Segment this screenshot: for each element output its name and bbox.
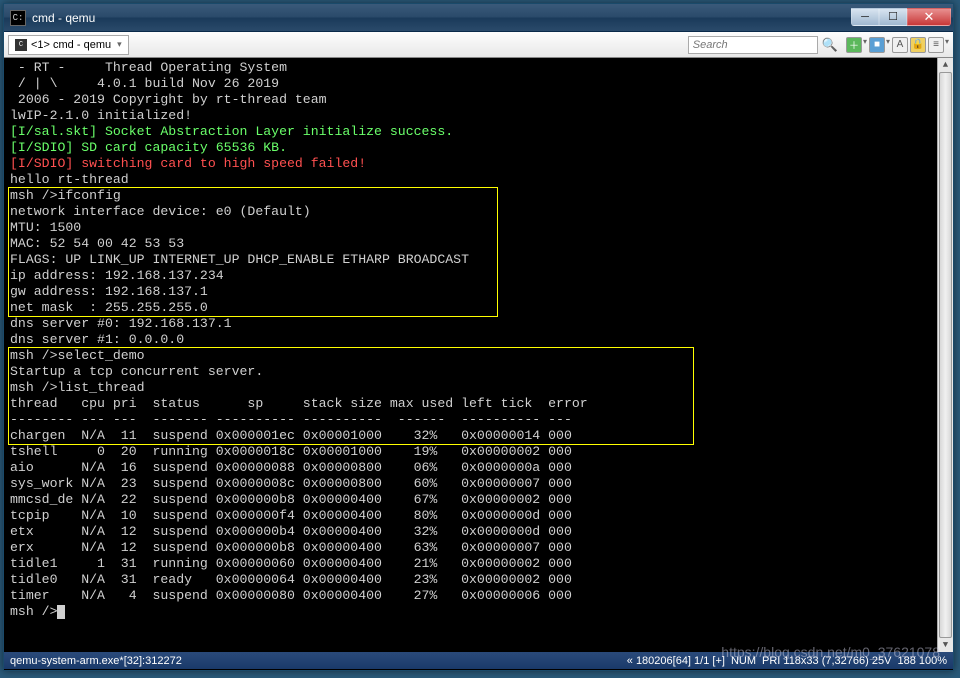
cursor bbox=[57, 605, 65, 619]
search-icon[interactable]: 🔍 bbox=[822, 37, 838, 53]
thread-row: tidle0 N/A 31 ready 0x00000064 0x0000040… bbox=[10, 572, 572, 587]
window-controls: ─ ☐ ✕ bbox=[851, 8, 951, 28]
note-button[interactable]: A bbox=[892, 37, 908, 53]
maximize-button[interactable]: ☐ bbox=[879, 8, 907, 26]
dropdown-icon[interactable]: ▾ bbox=[886, 37, 890, 53]
thread-row: mmcsd_de N/A 22 suspend 0x000000b8 0x000… bbox=[10, 492, 572, 507]
lock-button[interactable]: 🔒 bbox=[910, 37, 926, 53]
chevron-down-icon: ▾ bbox=[117, 39, 122, 50]
status-numlock: NUM bbox=[731, 655, 756, 667]
thread-row: sys_work N/A 23 suspend 0x0000008c 0x000… bbox=[10, 476, 572, 491]
scroll-down-icon[interactable]: ▼ bbox=[938, 638, 953, 652]
dropdown-icon[interactable]: ▾ bbox=[945, 37, 949, 53]
status-zoom: 188 100% bbox=[897, 655, 947, 667]
title-bar: C: cmd - qemu ─ ☐ ✕ bbox=[4, 4, 953, 32]
scroll-thumb[interactable] bbox=[939, 72, 952, 638]
dropdown-icon[interactable]: ▾ bbox=[863, 37, 867, 53]
app-window: C: cmd - qemu ─ ☐ ✕ C <1> cmd - qemu ▾ 🔍… bbox=[3, 3, 954, 671]
thread-row: tidle1 1 31 running 0x00000060 0x0000040… bbox=[10, 556, 572, 571]
status-position: « 180206[64] 1/1 [+] bbox=[627, 655, 725, 667]
terminal-icon: C bbox=[15, 39, 27, 51]
tab-cmd-qemu[interactable]: C <1> cmd - qemu ▾ bbox=[8, 35, 129, 55]
status-process: qemu-system-arm.exe*[32]:312272 bbox=[10, 655, 627, 667]
thread-row: chargen N/A 11 suspend 0x000001ec 0x0000… bbox=[10, 428, 572, 443]
thread-row: timer N/A 4 suspend 0x00000080 0x0000040… bbox=[10, 588, 572, 603]
menu-button[interactable]: ≡ bbox=[928, 37, 944, 53]
tab-label: <1> cmd - qemu bbox=[31, 39, 111, 51]
window-button[interactable]: ■ bbox=[869, 37, 885, 53]
scroll-up-icon[interactable]: ▲ bbox=[938, 58, 953, 72]
thread-row: etx N/A 12 suspend 0x000000b4 0x00000400… bbox=[10, 524, 572, 539]
window-title: cmd - qemu bbox=[32, 11, 851, 25]
scrollbar[interactable]: ▲ ▼ bbox=[937, 58, 953, 652]
close-button[interactable]: ✕ bbox=[907, 8, 951, 26]
terminal-output[interactable]: - RT - Thread Operating System / | \ 4.0… bbox=[4, 58, 953, 652]
minimize-button[interactable]: ─ bbox=[851, 8, 879, 26]
new-tab-button[interactable]: ＋ bbox=[846, 37, 862, 53]
thread-row: tshell 0 20 running 0x0000018c 0x0000100… bbox=[10, 444, 572, 459]
thread-row: tcpip N/A 10 suspend 0x000000f4 0x000004… bbox=[10, 508, 572, 523]
app-icon: C: bbox=[10, 10, 26, 26]
thread-row: aio N/A 16 suspend 0x00000088 0x00000800… bbox=[10, 460, 572, 475]
thread-row: erx N/A 12 suspend 0x000000b8 0x00000400… bbox=[10, 540, 572, 555]
status-bar: qemu-system-arm.exe*[32]:312272 « 180206… bbox=[4, 652, 953, 669]
search-input[interactable] bbox=[688, 36, 818, 54]
toolbar: C <1> cmd - qemu ▾ 🔍 ＋▾ ■▾ A 🔒 ≡▾ bbox=[4, 32, 953, 58]
status-size: PRI 118x33 (7,32766) 25V bbox=[762, 655, 891, 667]
